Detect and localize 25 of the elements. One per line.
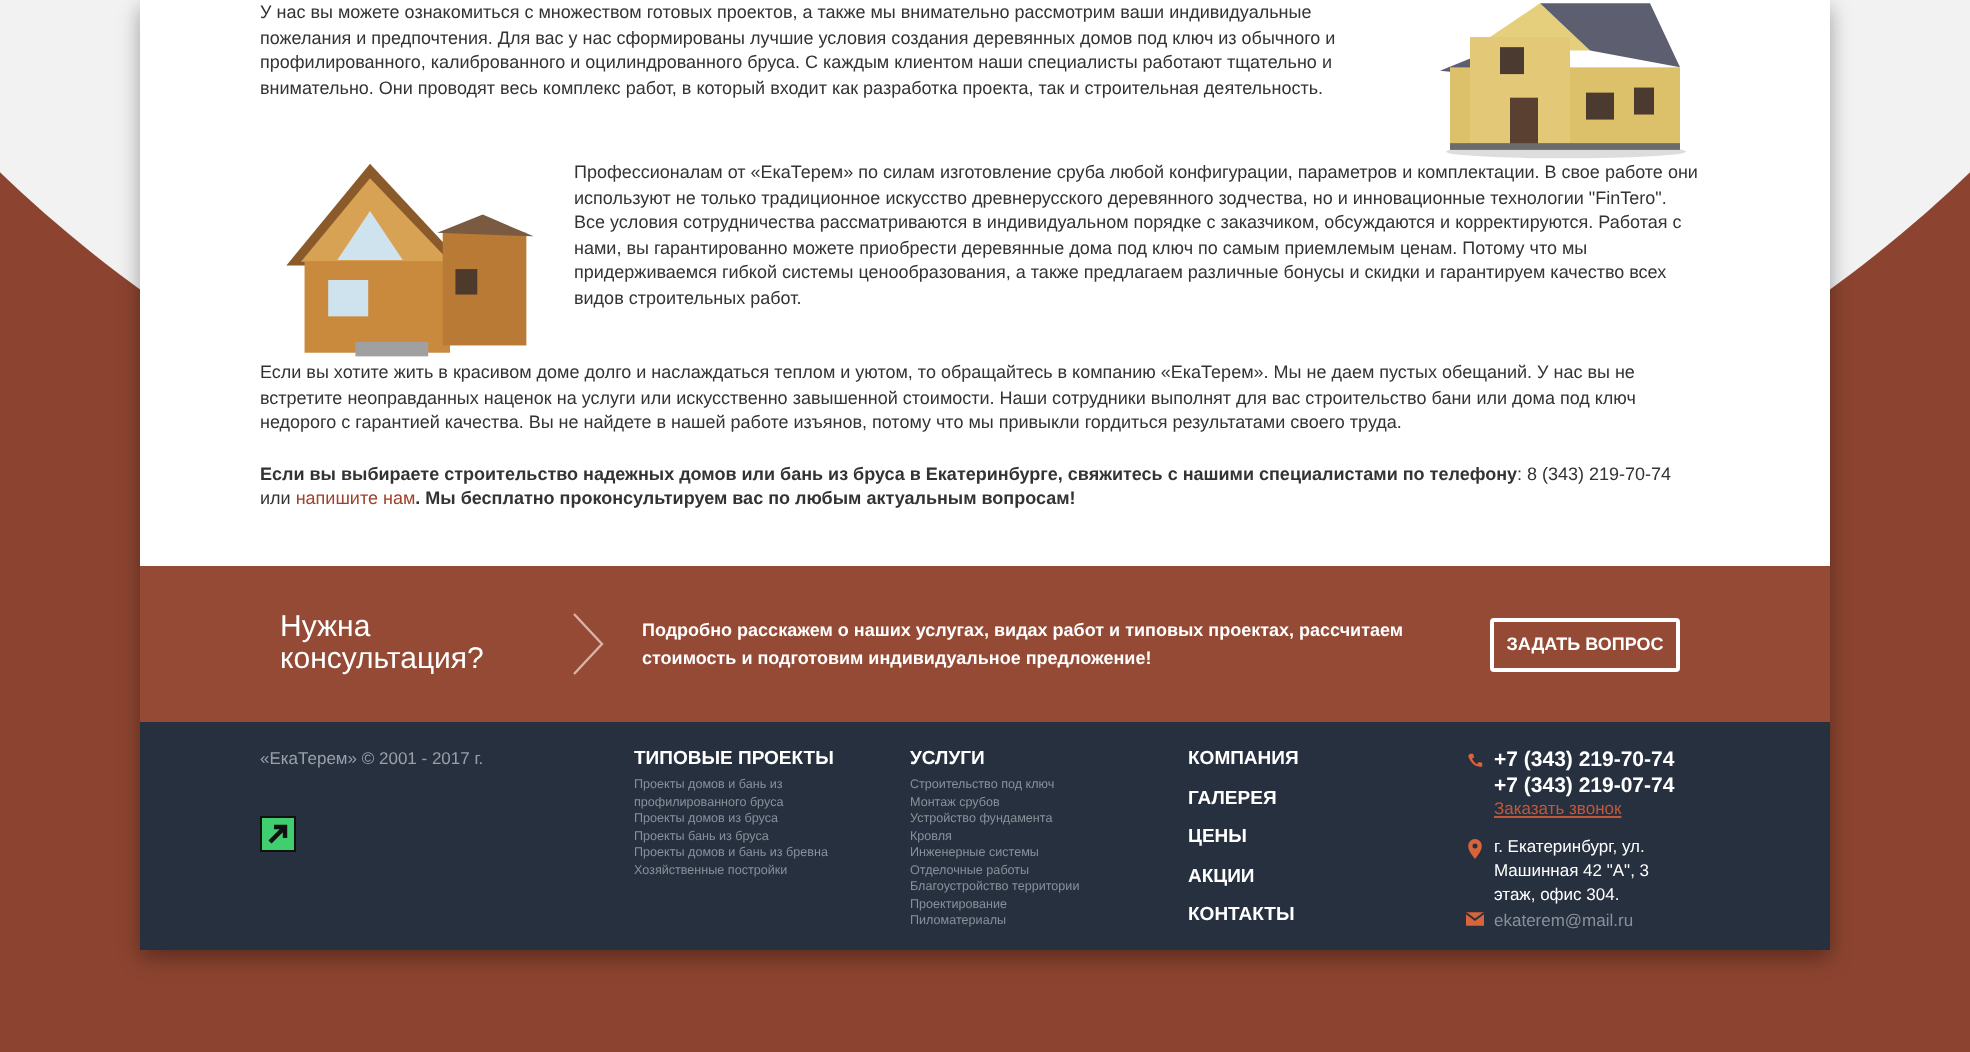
paragraph: Если вы хотите жить в красивом доме долго и наслаждаться теплом и уютом, то обращайтесь в компанию «ЕкаТерем». Мы не даем пустых обещаний. У нас вы не встретите неоправданных наценок на услуги или искусственно завышенной стоимости. Наши сотрудники выполнят для вас строительство бани или дома под ключ недорого с гарантией качества. Вы не найдете в нашей работе изъянов, потому что мы привыкли гордиться результатами своего труда. bbox=[260, 360, 1638, 435]
footer-menu-link[interactable]: КОМПАНИЯ bbox=[1188, 748, 1466, 771]
callback-link[interactable]: Заказать звонок bbox=[1494, 798, 1675, 820]
banner-text: Подробно расскажем о наших услугах, видах работ и типовых проектах, рассчитаем стоимость и подготовим индивидуальное предложение! bbox=[642, 618, 1406, 672]
chevron-icon bbox=[570, 612, 606, 676]
footer-menu-link[interactable]: КОНТАКТЫ bbox=[1188, 904, 1466, 927]
envelope-icon bbox=[1466, 910, 1484, 928]
paragraph: Если вы выбираете строительство надежных домов или бань из бруса в Екатеринбурге, свяжитесь с нашими специалистами по телефону: 8 (343) 219-70-74 или напишите нам. Мы бесплатно проконсультируем вас по любым актуальным вопросам! bbox=[260, 461, 1674, 511]
location-pin-icon bbox=[1466, 838, 1484, 860]
column-heading: ТИПОВЫЕ ПРОЕКТЫ bbox=[634, 748, 836, 770]
footer-menu-link[interactable]: ЦЕНЫ bbox=[1188, 826, 1466, 849]
ask-question-button[interactable]: ЗАДАТЬ ВОПРОС bbox=[1490, 617, 1680, 671]
email-link[interactable]: ekaterem@mail.ru bbox=[1494, 910, 1634, 930]
column-heading: УСЛУГИ bbox=[910, 748, 987, 770]
phone-number: +7 (343) 219-07-74 bbox=[1494, 773, 1675, 798]
copyright: «ЕкаТерем» © 2001 - 2017 г. bbox=[260, 748, 486, 768]
paragraph: У нас вы можете ознакомиться с множеством готовых проектов, а также мы внимательно рассмотрим ваши индивидуальные пожелания и предпочтения. Для вас у нас сформированы лучшие условия создания деревянных домов под ключ из обычного и профилированного, калиброванного и оцилиндрованного бруса. С каждым клиентом наши специалисты работают тщательно и внимательно. Они проводят весь комплекс работ, в который входит как разработка проекта, так и строительная деятельность. bbox=[260, 0, 1338, 100]
contact-link[interactable]: напишите нам bbox=[295, 488, 416, 508]
phone-icon bbox=[1466, 752, 1484, 770]
paragraph: Профессионалам от «ЕкаТерем» по силам изготовление сруба любой конфигурации, параметров и комплектации. В свое работе они используют не только традиционное искусство древнерусского деревянного зодчества, но и инновационные технологии "FinTero". Все условия сотрудничества рассматриваются в индивидуальном порядке с заказчиком, обсуждаются и корректируются. Работая с нами, вы гарантированно можете приобрести деревянные дома под ключ по самым приемлемым ценам. Потому что мы придерживаемся гибкой системы ценообразования, а также предлагаем различные бонусы и скидки и гарантируем качество всех видов строительных работ. bbox=[574, 160, 1700, 310]
banner-title: Нужна консультация? bbox=[280, 612, 486, 676]
address: г. Екатеринбург, ул. Машинная 42 "А", 3 этаж, офис 304. bbox=[1494, 834, 1652, 906]
footer-menu-link[interactable]: АКЦИИ bbox=[1188, 865, 1466, 888]
footer-menu-link[interactable]: ГАЛЕРЕЯ bbox=[1188, 787, 1466, 810]
phone-number: +7 (343) 219-70-74 bbox=[1494, 748, 1675, 773]
